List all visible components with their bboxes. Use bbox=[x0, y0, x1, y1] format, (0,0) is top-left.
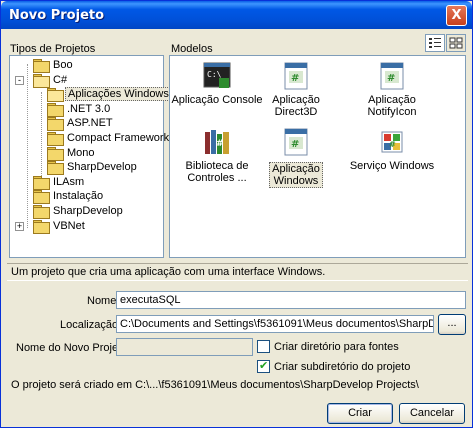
cancel-button[interactable]: Cancelar bbox=[399, 403, 465, 424]
folder-icon bbox=[47, 132, 64, 146]
templates-list[interactable]: C:\ Aplicação Console # Aplicação Direct3D # A… bbox=[169, 55, 466, 258]
location-value: C:\Documents and Settings\f5361091\Meus … bbox=[120, 318, 434, 330]
folder-icon bbox=[47, 88, 64, 103]
tree-item-label: Instalação bbox=[53, 190, 104, 203]
create-button-label: Criar bbox=[348, 407, 372, 419]
tree-item-label: Aplicações Windows bbox=[65, 87, 172, 102]
svg-text:#: # bbox=[216, 139, 224, 149]
tree-item-label: ILAsm bbox=[53, 175, 85, 188]
tree-item-label: ASP.NET bbox=[67, 117, 113, 130]
template-description: Um projeto que cria uma aplicação com um… bbox=[11, 266, 326, 278]
folder-icon bbox=[33, 190, 50, 205]
tree-item-label: VBNet bbox=[53, 219, 85, 232]
control-library-icon: # bbox=[201, 126, 233, 158]
tree-item-label: SharpDevelop bbox=[53, 205, 123, 217]
svg-text:#: # bbox=[291, 73, 299, 84]
template-name-line2: Direct3D bbox=[274, 106, 318, 118]
windows-app-icon: # bbox=[280, 126, 312, 158]
tree-item-label: Boo bbox=[53, 59, 73, 71]
location-input[interactable]: C:\Documents and Settings\f5361091\Meus … bbox=[116, 315, 434, 333]
create-button[interactable]: Criar bbox=[327, 403, 393, 424]
tree-item-label: .NET 3.0 bbox=[67, 102, 111, 115]
create-sources-dir-label: Criar diretório para fontes bbox=[274, 341, 399, 353]
template-name-line1: Biblioteca de bbox=[185, 160, 249, 172]
collapse-icon[interactable]: - bbox=[15, 75, 24, 85]
template-name-line2: NotifyIcon bbox=[367, 106, 417, 118]
template-name-line1: Aplicação bbox=[272, 163, 320, 175]
project-name-value: executaSQL bbox=[120, 294, 181, 306]
template-name: Aplicação Direct3D bbox=[272, 94, 320, 118]
folder-icon bbox=[33, 59, 50, 73]
window-title: Novo Projeto bbox=[9, 8, 105, 23]
template-tile[interactable]: # Aplicação Windows bbox=[248, 126, 344, 188]
create-sources-dir-checkbox[interactable] bbox=[257, 340, 270, 353]
name-label: Nome: bbox=[87, 295, 120, 307]
description-bar: Um projeto que cria uma aplicação com um… bbox=[7, 263, 468, 281]
solution-name-label: Nome do Novo Projeto bbox=[16, 342, 128, 354]
console-app-icon: C:\ bbox=[201, 60, 233, 92]
template-name-line1: Aplicação bbox=[272, 94, 320, 106]
template-tile[interactable]: # Aplicação NotifyIcon bbox=[344, 60, 440, 118]
svg-text:C:\: C:\ bbox=[207, 70, 222, 79]
title-bar[interactable]: Novo Projeto X bbox=[1, 1, 472, 29]
template-name-line2: Controles ... bbox=[187, 172, 247, 184]
create-subdir-checkbox[interactable] bbox=[257, 359, 270, 373]
folder-icon bbox=[33, 219, 50, 234]
tree-item-label: C# bbox=[53, 73, 68, 86]
project-types-label: Tipos de Projetos bbox=[10, 43, 96, 55]
tree-item-label: Mono bbox=[67, 146, 95, 159]
windows-service-icon: # bbox=[376, 126, 408, 158]
location-label: Localização: bbox=[60, 319, 122, 331]
template-name: Serviço Windows bbox=[350, 160, 434, 172]
browse-label: ... bbox=[447, 317, 457, 329]
folder-icon bbox=[47, 102, 64, 117]
small-icons-view-button[interactable] bbox=[446, 34, 466, 52]
project-types-tree[interactable]: Boo - C# Aplicações Windows .NET 3.0 ASP.NET C… bbox=[9, 55, 172, 258]
browse-button[interactable]: ... bbox=[438, 314, 466, 335]
template-name-line1: Serviço Windows bbox=[349, 160, 435, 172]
project-name-input[interactable]: executaSQL bbox=[116, 291, 466, 309]
cancel-button-label: Cancelar bbox=[409, 407, 455, 419]
folder-icon bbox=[33, 205, 50, 219]
new-project-dialog: Novo Projeto X Tipos de Projetos Boo - C# A… bbox=[0, 0, 473, 428]
tree-item-label: Compact Framework bbox=[67, 132, 170, 144]
svg-text:#: # bbox=[291, 139, 299, 150]
create-subdir-label: Criar subdiretório do projeto bbox=[274, 361, 411, 373]
close-icon: X bbox=[451, 8, 462, 23]
large-icons-view-button[interactable] bbox=[425, 34, 445, 52]
template-name-line1: Aplicação bbox=[368, 94, 416, 106]
large-icons-view-icon bbox=[429, 38, 441, 48]
folder-icon bbox=[47, 161, 64, 176]
folder-icon bbox=[33, 175, 50, 190]
folder-icon bbox=[47, 146, 64, 161]
template-name: Biblioteca de Controles ... bbox=[186, 160, 249, 184]
template-name: Aplicação Windows bbox=[269, 162, 323, 188]
target-path-info: O projeto será criado em C:\...\f5361091… bbox=[11, 379, 419, 391]
solution-name-input[interactable] bbox=[116, 338, 253, 356]
svg-text:#: # bbox=[387, 73, 395, 84]
templates-label: Modelos bbox=[171, 43, 213, 55]
folder-icon bbox=[33, 73, 50, 88]
svg-text:#: # bbox=[389, 140, 396, 149]
small-icons-view-icon bbox=[449, 37, 463, 49]
close-button[interactable]: X bbox=[446, 5, 467, 26]
template-tile[interactable]: # Aplicação Direct3D bbox=[248, 60, 344, 118]
tree-item-label: SharpDevelop bbox=[67, 161, 137, 174]
template-name-line2: Windows bbox=[273, 175, 319, 187]
notifyicon-app-icon: # bbox=[376, 60, 408, 92]
expand-icon[interactable]: + bbox=[15, 221, 24, 231]
direct3d-app-icon: # bbox=[280, 60, 312, 92]
template-tile[interactable]: # Serviço Windows bbox=[344, 126, 440, 172]
folder-icon bbox=[47, 117, 64, 132]
template-name: Aplicação NotifyIcon bbox=[368, 94, 417, 118]
